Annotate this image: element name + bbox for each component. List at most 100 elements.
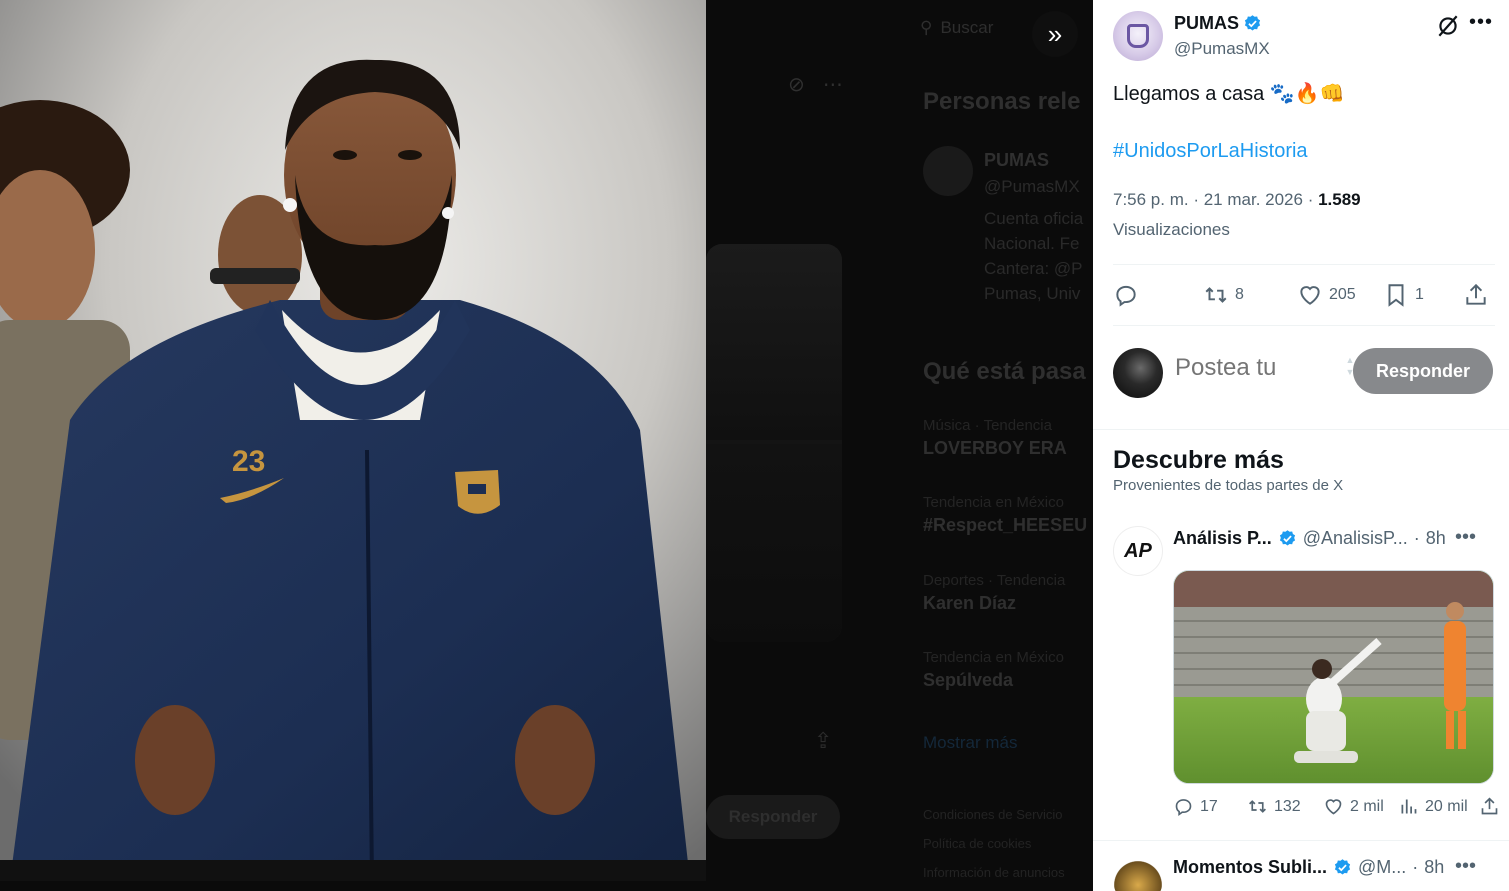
background-bio-line: Nacional. Fe xyxy=(984,234,1080,253)
feed-post-author[interactable]: Momentos Subli... xyxy=(1173,857,1327,878)
feed-post[interactable]: Momentos Subli... @M... · 8h ••• xyxy=(1113,855,1497,891)
bookmark-action[interactable]: 1 xyxy=(1383,280,1424,310)
background-profile-handle: @PumasMX xyxy=(984,177,1080,196)
background-media-card xyxy=(706,244,842,642)
post-action-bar: 8 205 1 xyxy=(1113,280,1495,312)
background-profile-avatar xyxy=(923,146,973,196)
repost-count: 8 xyxy=(1235,286,1244,303)
background-footer: Condiciones de Servicio Política de cook… xyxy=(923,800,1065,887)
post-hashtag-link[interactable]: #UnidosPorLaHistoria xyxy=(1113,140,1308,163)
footer-link: Información de anuncios xyxy=(923,865,1065,880)
author-name-row[interactable]: PUMAS xyxy=(1174,13,1262,34)
discover-title: Descubre más xyxy=(1113,446,1284,474)
feed-image-illustration xyxy=(1174,571,1493,783)
background-show-more: Mostrar más xyxy=(923,733,1018,752)
bookmark-count: 1 xyxy=(1415,286,1424,303)
divider xyxy=(1113,264,1495,265)
reply-submit-button[interactable]: Responder xyxy=(1353,348,1493,394)
photo-more-dots[interactable]: ••• xyxy=(66,876,84,881)
background-trend: Deportes · Tendencia Karen Díaz xyxy=(923,572,1065,614)
reply-input[interactable] xyxy=(1175,354,1315,382)
search-icon: ⚲ xyxy=(920,18,933,37)
background-trends-title: Qué está pasa xyxy=(923,358,1086,385)
trend-name: Sepúlveda xyxy=(923,670,1014,690)
feed-post-author[interactable]: Análisis P... xyxy=(1173,528,1272,549)
feed-post[interactable]: AP Análisis P... @AnalisisP... · 8h ••• xyxy=(1113,526,1500,826)
post-text: Llegamos a casa 🐾🔥👊 xyxy=(1113,83,1345,105)
background-share-icon: ⇪ xyxy=(814,728,833,753)
feed-post-time[interactable]: 8h xyxy=(1426,528,1446,549)
post-date[interactable]: 21 mar. 2026 xyxy=(1204,190,1303,209)
reply-action[interactable]: 17 xyxy=(1173,796,1218,817)
views-icon xyxy=(1401,799,1417,814)
like-count: 2 mil xyxy=(1350,797,1384,815)
feed-post-avatar[interactable] xyxy=(1113,855,1163,891)
background-bio: Cuenta oficia Nacional. Fe Cantera: @P P… xyxy=(984,206,1083,306)
post-detail-panel: PUMAS @PumasMX ••• Llegamos a casa 🐾🔥👊 #… xyxy=(1093,0,1509,891)
feed-post-handle[interactable]: @AnalisisP... xyxy=(1303,528,1408,549)
background-profile-name: PUMAS xyxy=(984,150,1050,170)
trend-context: Tendencia en México xyxy=(923,494,1064,511)
expand-panel-button[interactable]: » xyxy=(1032,11,1078,57)
background-bio-line: Cantera: @P xyxy=(984,259,1083,278)
jersey-number: 23 xyxy=(232,445,265,478)
feed-post-avatar[interactable]: AP xyxy=(1113,526,1163,576)
reply-icon xyxy=(1175,799,1192,816)
post-time[interactable]: 7:56 p. m. xyxy=(1113,190,1189,209)
like-count: 205 xyxy=(1329,286,1356,303)
photo-illustration: 23 xyxy=(0,0,706,881)
bookmark-icon xyxy=(1388,284,1404,307)
repost-action[interactable]: 8 xyxy=(1203,280,1244,310)
media-photo[interactable]: 23 ••• xyxy=(0,0,706,881)
divider xyxy=(1113,325,1495,326)
share-action[interactable] xyxy=(1463,280,1489,310)
like-action[interactable]: 205 xyxy=(1297,280,1356,310)
repost-count: 132 xyxy=(1274,797,1301,815)
trend-context: Deportes · Tendencia xyxy=(923,572,1066,589)
feed-post-header: Momentos Subli... @M... · 8h xyxy=(1173,857,1445,878)
background-bio-line: Pumas, Univ xyxy=(984,284,1081,303)
current-user-avatar[interactable] xyxy=(1113,348,1163,398)
author-handle[interactable]: @PumasMX xyxy=(1174,39,1270,59)
author-avatar[interactable] xyxy=(1113,11,1163,61)
reply-count: 17 xyxy=(1200,797,1218,815)
repost-action[interactable]: 132 xyxy=(1247,796,1301,817)
like-icon xyxy=(1325,799,1342,815)
divider xyxy=(1093,840,1509,841)
feed-post-action-bar: 17 132 2 mil 20 mil xyxy=(1173,796,1500,824)
trend-context: Tendencia en México xyxy=(923,649,1064,666)
grok-icon[interactable] xyxy=(1435,13,1461,39)
footer-link: Condiciones de Servicio xyxy=(923,807,1063,822)
trend-name: #Respect_HEESEU xyxy=(923,515,1088,535)
section-divider xyxy=(1093,429,1509,430)
trend-name: Karen Díaz xyxy=(923,593,1017,613)
trend-name: LOVERBOY ERA xyxy=(923,438,1067,458)
post-header: PUMAS @PumasMX ••• xyxy=(1113,11,1497,63)
more-icon[interactable]: ••• xyxy=(1469,11,1493,34)
verified-badge-icon xyxy=(1279,530,1295,546)
views-action[interactable]: 20 mil xyxy=(1398,796,1468,817)
share-icon xyxy=(1466,283,1486,305)
author-name[interactable]: PUMAS xyxy=(1174,13,1239,34)
pumas-logo xyxy=(1127,24,1149,48)
feed-post-time[interactable]: 8h xyxy=(1424,857,1444,878)
feed-post-handle[interactable]: @M... xyxy=(1358,857,1406,878)
more-icon[interactable]: ••• xyxy=(1455,526,1476,549)
feed-post-image[interactable] xyxy=(1173,570,1494,784)
reply-action[interactable] xyxy=(1113,280,1139,310)
background-trend: Música · Tendencia LOVERBOY ERA xyxy=(923,417,1067,459)
background-trend: Tendencia en México #Respect_HEESEU xyxy=(923,494,1087,536)
background-top-icons: ⊘⋯ xyxy=(788,74,861,96)
footer-link: Política de cookies xyxy=(923,836,1032,851)
share-icon xyxy=(1481,797,1498,815)
like-action[interactable]: 2 mil xyxy=(1323,796,1384,817)
verified-badge-icon xyxy=(1334,859,1351,875)
post-views-label: Visualizaciones xyxy=(1113,220,1230,239)
like-icon xyxy=(1300,286,1320,305)
share-action[interactable] xyxy=(1479,796,1500,817)
reply-icon xyxy=(1116,285,1136,307)
feed-post-header: Análisis P... @AnalisisP... · 8h xyxy=(1173,528,1446,549)
views-count: 20 mil xyxy=(1425,797,1468,815)
more-icon[interactable]: ••• xyxy=(1455,855,1476,878)
expand-chevrons-icon: » xyxy=(1047,18,1063,49)
